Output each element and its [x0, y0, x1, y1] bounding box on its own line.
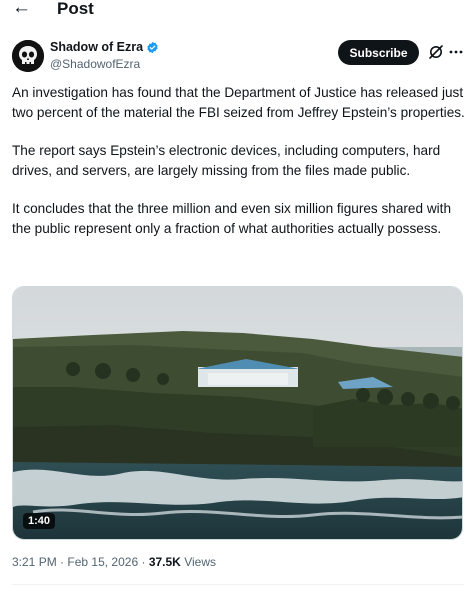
meta-separator: · [60, 555, 65, 569]
verified-badge-icon [147, 41, 158, 54]
page-title: Post [57, 0, 94, 18]
top-bar: ← Post [0, 0, 476, 22]
skull-avatar-icon [12, 40, 44, 72]
views-count: 37.5K [148, 555, 181, 569]
avatar[interactable] [12, 40, 44, 72]
more-options-icon[interactable] [448, 44, 464, 60]
divider [12, 584, 464, 585]
tweet-paragraph: The report says Epstein’s electronic dev… [12, 143, 441, 178]
post-time[interactable]: 3:21 PM [12, 555, 57, 569]
video-duration: 1:40 [23, 513, 56, 529]
author-name-text: Shadow of Ezra [50, 40, 144, 54]
views-label: Views [184, 555, 216, 569]
tweet-paragraph: It concludes that the three million and … [12, 201, 452, 236]
post-meta: 3:21 PM · Feb 15, 2026 · 37.5K Views [12, 555, 216, 570]
back-arrow-icon[interactable]: ← [12, 0, 31, 19]
video-thumbnail [13, 287, 462, 539]
post-date[interactable]: Feb 15, 2026 [67, 555, 138, 569]
tweet-text: An investigation has found that the Depa… [12, 83, 467, 257]
meta-separator: · [141, 555, 146, 569]
video-player[interactable]: 1:40 [12, 286, 463, 540]
subscribe-button[interactable]: Subscribe [338, 40, 419, 65]
grok-icon[interactable] [428, 44, 444, 60]
author-name[interactable]: Shadow of Ezra [50, 40, 159, 55]
tweet-paragraph: An investigation has found that the Depa… [12, 85, 465, 120]
author-handle[interactable]: @ShadowofEzra [50, 57, 140, 72]
